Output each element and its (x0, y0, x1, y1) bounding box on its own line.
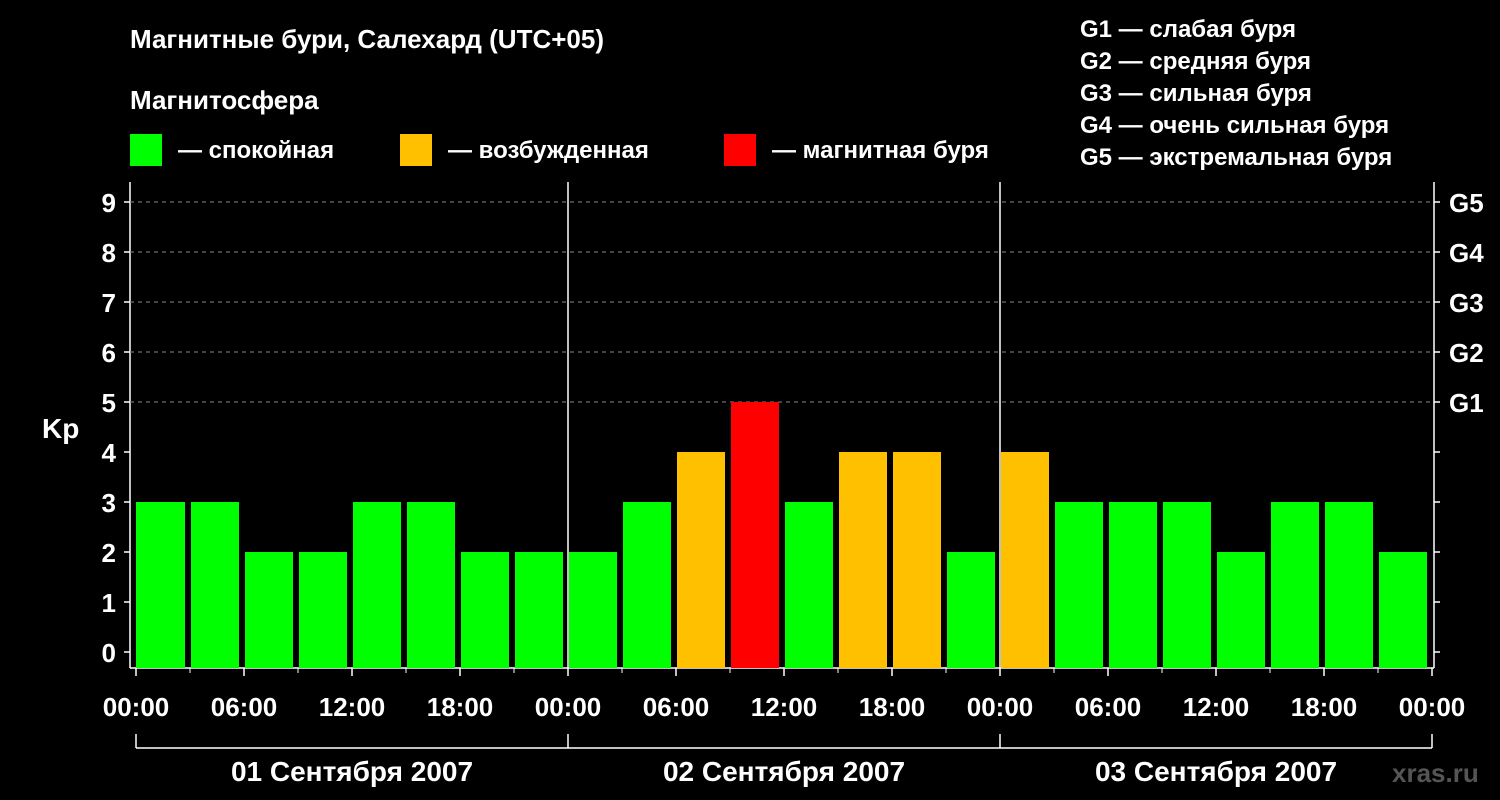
plot-area: 0 1 2 3 4 5 6 7 8 9 G1 G2 G3 G4 G5 00:00 06:00 12:00 18:00… (102, 182, 1484, 787)
legend-label-calm: — спокойная (178, 137, 334, 164)
kp-bar (407, 502, 455, 668)
x-tick-label: 06:00 (211, 692, 278, 722)
kp-bar (1325, 502, 1373, 668)
y-tick-label: 8 (102, 238, 116, 268)
x-tick-label: 12:00 (751, 692, 818, 722)
day-label: 02 Сентября 2007 (663, 756, 905, 787)
g-scale-item: G1 — слабая буря (1080, 16, 1296, 43)
y2-tick-label: G3 (1449, 288, 1484, 318)
kp-bar (1055, 502, 1103, 668)
kp-bar (839, 452, 887, 668)
g-scale-item: G3 — сильная буря (1080, 80, 1312, 107)
x-tick-label: 00:00 (967, 692, 1034, 722)
y-tick-label: 3 (102, 488, 116, 518)
y-tick-label: 0 (102, 638, 116, 668)
g-scale-item: G4 — очень сильная буря (1080, 112, 1389, 139)
kp-bar (191, 502, 239, 668)
kp-bar (677, 452, 725, 668)
x-tick-label: 00:00 (535, 692, 602, 722)
kp-bar (515, 552, 563, 668)
legend: — спокойная — возбужденная — магнитная б… (130, 134, 989, 166)
kp-bar (569, 552, 617, 668)
kp-bar (785, 502, 833, 668)
legend-title: Магнитосфера (130, 85, 319, 115)
x-tick-label: 00:00 (1399, 692, 1466, 722)
y2-tick-label: G5 (1449, 188, 1484, 218)
y-tick-label: 9 (102, 188, 116, 218)
kp-bar (461, 552, 509, 668)
day-label: 03 Сентября 2007 (1095, 756, 1337, 787)
kp-bar (245, 552, 293, 668)
x-tick-label: 18:00 (859, 692, 926, 722)
kp-bar (353, 502, 401, 668)
kp-bar (731, 402, 779, 668)
x-tick-label: 06:00 (1075, 692, 1142, 722)
legend-label-active: — возбужденная (448, 137, 649, 164)
chart-title: Магнитные бури, Салехард (UTC+05) (130, 24, 604, 54)
kp-bar (1271, 502, 1319, 668)
kp-bar (947, 552, 995, 668)
legend-swatch-active (400, 134, 432, 166)
g-scale-item: G5 — экстремальная буря (1080, 144, 1392, 171)
y2-tick-label: G2 (1449, 338, 1484, 368)
x-tick-label: 12:00 (319, 692, 386, 722)
y-tick-label: 1 (102, 588, 116, 618)
y-axis-label: Kp (42, 413, 79, 444)
kp-bar (299, 552, 347, 668)
x-tick-label: 18:00 (427, 692, 494, 722)
g-scale-legend: G1 — слабая буря G2 — средняя буря G3 — … (1080, 16, 1392, 171)
y-tick-label: 4 (102, 438, 117, 468)
legend-swatch-calm (130, 134, 162, 166)
y-tick-label: 7 (102, 288, 116, 318)
x-tick-label: 12:00 (1183, 692, 1250, 722)
day-label: 01 Сентября 2007 (231, 756, 473, 787)
y-tick-label: 2 (102, 538, 116, 568)
g-scale-item: G2 — средняя буря (1080, 48, 1311, 75)
legend-swatch-storm (724, 134, 756, 166)
kp-bar (136, 502, 185, 668)
legend-label-storm: — магнитная буря (772, 137, 989, 164)
kp-bar (893, 452, 941, 668)
watermark: xras.ru (1392, 758, 1479, 788)
kp-bar (623, 502, 671, 668)
kp-bar (1163, 502, 1211, 668)
x-tick-label: 18:00 (1291, 692, 1358, 722)
kp-bar (1001, 452, 1049, 668)
y2-tick-label: G1 (1449, 388, 1484, 418)
kp-bar (1217, 552, 1265, 668)
kp-chart: Магнитные бури, Салехард (UTC+05) Магнит… (42, 16, 1484, 788)
x-tick-label: 00:00 (103, 692, 170, 722)
kp-bar (1379, 552, 1427, 668)
x-tick-label: 06:00 (643, 692, 710, 722)
kp-bar (1109, 502, 1157, 668)
y-tick-label: 5 (102, 388, 116, 418)
y-tick-label: 6 (102, 338, 116, 368)
y2-tick-label: G4 (1449, 238, 1484, 268)
